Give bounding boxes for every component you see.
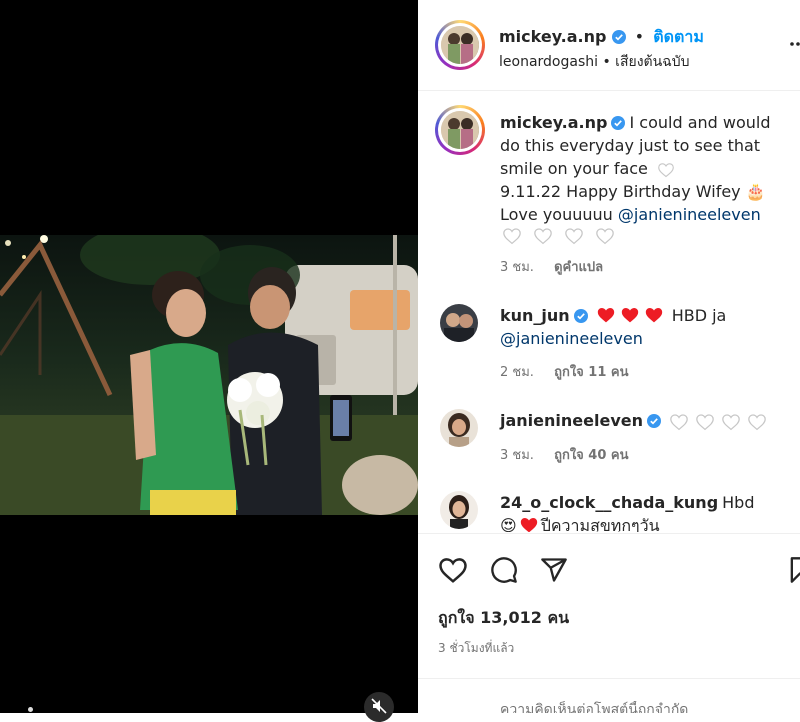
comment-meta: 3 ชม. ถูกใจ 40 คน [500, 444, 629, 465]
caption-username[interactable]: mickey.a.np [500, 113, 607, 132]
comment-username[interactable]: janienineeleven [500, 411, 643, 430]
comment-avatar[interactable] [440, 304, 478, 342]
comment-icon[interactable] [490, 556, 518, 584]
comment-username[interactable]: kun_jun [500, 306, 570, 325]
header-separator: • [634, 27, 645, 46]
caption-time: 3 ชม. [500, 260, 534, 275]
red-heart-icon [520, 518, 537, 532]
comment-body: HBD ja [671, 306, 727, 325]
share-icon[interactable] [540, 556, 568, 584]
caption-avatar[interactable] [435, 105, 485, 155]
media-indicator [28, 707, 33, 712]
mute-button[interactable] [364, 692, 394, 722]
caption-heart-row [502, 225, 621, 245]
red-heart-icon [621, 308, 638, 323]
comment-input[interactable] [498, 701, 762, 713]
more-icon[interactable] [788, 34, 800, 54]
caption-mention[interactable]: @janienineeleven [618, 205, 761, 224]
comment-body: Hbd [722, 493, 755, 512]
comment-text: kun_jun HBD ja @janienineeleven [500, 304, 790, 350]
heart-outline-icon [503, 227, 521, 244]
heart-outline-icon [534, 227, 552, 244]
comment-likes[interactable]: ถูกใจ 11 คน [554, 365, 628, 380]
post-panel: mickey.a.np • ติดตาม leonardogashi • เสี… [418, 0, 800, 713]
comment-text: janienineeleven [500, 409, 790, 432]
add-comment-bar [418, 678, 800, 713]
comment-avatar[interactable] [440, 409, 478, 447]
author-avatar[interactable] [435, 20, 485, 70]
heart-outline-icon [696, 413, 714, 430]
caption-line-3: smile on your face [500, 159, 648, 178]
post-header: mickey.a.np • ติดตาม leonardogashi • เสี… [418, 0, 800, 91]
comment-mention[interactable]: @janienineeleven [500, 327, 790, 350]
heart-icon[interactable] [438, 556, 468, 584]
red-heart-icon [597, 308, 614, 323]
caption-text: mickey.a.np I could and would do this eve… [500, 111, 790, 226]
follow-button[interactable]: ติดตาม [653, 27, 704, 46]
comment-avatar[interactable] [440, 491, 478, 529]
verified-icon [646, 414, 661, 428]
verified-icon [573, 309, 588, 323]
comment-text: 24_o_clock__chada_kung Hbd 😍 ปีความสุขทุกๆ… [500, 491, 790, 532]
post-time: 3 ชั่วโมงที่แล้ว [438, 641, 515, 655]
red-heart-icon [645, 308, 662, 323]
caption-line-1: I could and would [629, 113, 771, 132]
comment-likes[interactable]: ถูกใจ 40 คน [554, 448, 628, 463]
translate-link[interactable]: ดูคำแปล [554, 260, 603, 275]
mute-icon [371, 698, 387, 714]
caption-line-2: do this everyday just to see that [500, 136, 761, 155]
caption-meta: 3 ชม. ดูคำแปล [500, 256, 603, 277]
caption-line-5: Love youuuuu [500, 205, 618, 224]
author-username[interactable]: mickey.a.np [499, 27, 606, 46]
verified-icon [611, 30, 626, 44]
post-photo [0, 235, 418, 515]
comments-list[interactable]: mickey.a.np I could and would do this eve… [418, 91, 800, 532]
bookmark-icon[interactable] [788, 556, 800, 584]
heart-outline-icon [596, 227, 615, 244]
comment-time: 2 ชม. [500, 365, 534, 380]
heart-outline-icon [658, 162, 674, 177]
audio-label[interactable]: leonardogashi • เสียงต้นฉบับ [499, 51, 690, 73]
caption-line-4: 9.11.22 Happy Birthday Wifey 🎂 [500, 182, 766, 201]
heart-outline-icon [565, 227, 583, 244]
post-media[interactable] [0, 0, 418, 722]
heart-outline-icon [748, 413, 766, 430]
verified-icon [611, 116, 626, 130]
comment-time: 3 ชม. [500, 448, 534, 463]
comment-body-2: ปีความสุขทุกๆวัน [540, 516, 660, 532]
likes-count[interactable]: ถูกใจ 13,012 คน [438, 606, 569, 631]
post-actions: ถูกใจ 13,012 คน 3 ชั่วโมงที่แล้ว [418, 533, 800, 713]
comment-username[interactable]: 24_o_clock__chada_kung [500, 493, 718, 512]
heart-outline-icon [670, 413, 688, 430]
comment-meta: 2 ชม. ถูกใจ 11 คน [500, 361, 629, 382]
heart-outline-icon [722, 413, 740, 430]
heart-eyes-emoji: 😍 [500, 516, 517, 532]
